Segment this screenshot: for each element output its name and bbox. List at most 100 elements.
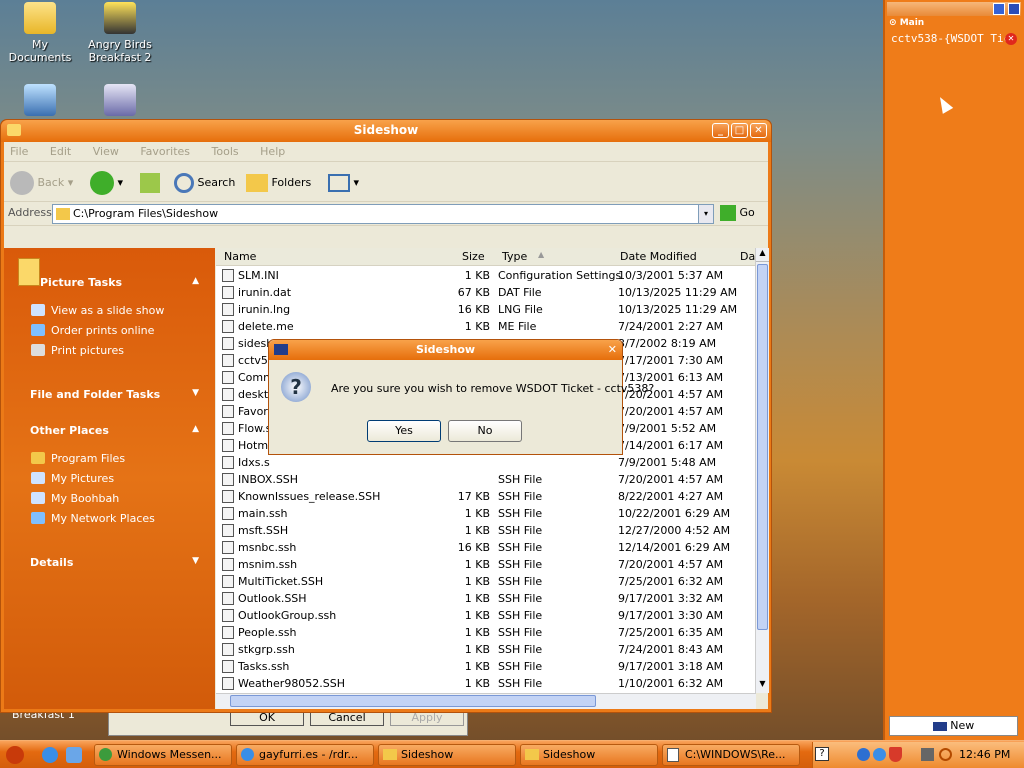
- my-pictures-link[interactable]: My Pictures: [51, 472, 114, 485]
- minimize-button[interactable]: _: [712, 123, 729, 138]
- sidebar-main-header[interactable]: ⊙ Main: [889, 18, 924, 28]
- desktop-icon-my-documents[interactable]: My Documents: [0, 2, 80, 64]
- tray-info-icon[interactable]: [873, 748, 886, 761]
- desktop-icon-my-computer[interactable]: [0, 84, 80, 120]
- address-input[interactable]: C:\Program Files\Sideshow: [52, 204, 702, 224]
- folders-button[interactable]: Folders: [246, 171, 311, 195]
- taskbar-item-sideshow-1[interactable]: Sideshow: [378, 744, 516, 766]
- taskbar-item-browser[interactable]: gayfurri.es - /rdr...: [236, 744, 374, 766]
- desktop-icon-angry-birds[interactable]: Angry Birds Breakfast 2: [80, 2, 160, 64]
- file-row[interactable]: INBOX.SSH SSH File 7/20/2001 4:57 AM: [216, 471, 756, 488]
- file-row[interactable]: irunin.dat 67 KB DAT File 10/13/2025 11:29 …: [216, 284, 756, 301]
- help-icon[interactable]: ?: [815, 747, 829, 761]
- other-places-header[interactable]: Other Places: [30, 424, 109, 437]
- order-prints-link[interactable]: Order prints online: [51, 324, 154, 337]
- quicklaunch-icon[interactable]: [66, 747, 82, 763]
- ie-quicklaunch-icon[interactable]: [42, 747, 58, 763]
- minimize-button[interactable]: [993, 3, 1005, 15]
- menu-favorites[interactable]: Favorites: [140, 145, 190, 158]
- column-date-modified[interactable]: Date Modified: [620, 250, 697, 263]
- back-button[interactable]: Back ▾: [10, 171, 73, 195]
- taskbar-item-windows-folder[interactable]: C:\WINDOWS\Re...: [662, 744, 800, 766]
- menu-file[interactable]: File: [10, 145, 28, 158]
- window-titlebar[interactable]: Sideshow _ □ ✕: [1, 120, 771, 142]
- forward-button[interactable]: ▾: [90, 171, 123, 195]
- horizontal-scrollbar[interactable]: [216, 693, 756, 709]
- desktop-icon-shortcut[interactable]: [80, 84, 160, 120]
- menu-view[interactable]: View: [93, 145, 119, 158]
- order-prints-icon: [31, 324, 45, 336]
- file-row[interactable]: KnownIssues_release.SSH 17 KB SSH File 8/22…: [216, 488, 756, 505]
- security-shield-icon[interactable]: [889, 747, 902, 762]
- file-row[interactable]: msft.SSH 1 KB SSH File 12/27/2000 4:52 AM: [216, 522, 756, 539]
- file-folder-tasks-header[interactable]: File and Folder Tasks: [30, 388, 160, 401]
- file-row[interactable]: People.ssh 1 KB SSH File 7/25/2001 6:35 AM: [216, 624, 756, 641]
- file-date: 1/10/2001 6:32 AM: [618, 677, 724, 690]
- picture-tasks-header[interactable]: Picture Tasks: [40, 276, 122, 289]
- file-row[interactable]: Outlook.SSH 1 KB SSH File 9/17/2001 3:32 AM: [216, 590, 756, 607]
- file-row[interactable]: msnim.ssh 1 KB SSH File 7/20/2001 4:57 AM: [216, 556, 756, 573]
- column-size[interactable]: Size: [462, 250, 485, 263]
- file-row[interactable]: msnbc.ssh 16 KB SSH File 12/14/2001 6:29 AM: [216, 539, 756, 556]
- new-button[interactable]: New: [889, 716, 1018, 736]
- expand-chevron-icon[interactable]: ▼: [192, 556, 199, 566]
- file-row[interactable]: Idxs.s 7/9/2001 5:48 AM: [216, 454, 756, 471]
- file-row[interactable]: Tasks.ssh 1 KB SSH File 9/17/2001 3:18 AM: [216, 658, 756, 675]
- search-button[interactable]: Search: [174, 171, 235, 195]
- search-tray-icon[interactable]: [939, 748, 952, 761]
- scroll-up-button[interactable]: ▲: [756, 248, 769, 262]
- vertical-scrollbar[interactable]: ▲ ▼: [755, 248, 769, 693]
- file-row[interactable]: irunin.lng 16 KB LNG File 10/13/2025 11:29 …: [216, 301, 756, 318]
- menu-tools[interactable]: Tools: [212, 145, 239, 158]
- start-button[interactable]: [4, 744, 28, 766]
- collapse-chevron-icon[interactable]: ▲: [192, 276, 199, 286]
- file-row[interactable]: MultiTicket.SSH 1 KB SSH File 7/25/2001 6:3…: [216, 573, 756, 590]
- menu-edit[interactable]: Edit: [50, 145, 71, 158]
- file-row[interactable]: Weather98052.SSH 1 KB SSH File 1/10/2001 6:…: [216, 675, 756, 692]
- file-row[interactable]: SLM.INI 1 KB Configuration Settings 10/3/20…: [216, 267, 756, 284]
- views-button[interactable]: ▾: [328, 171, 359, 195]
- file-row[interactable]: main.ssh 1 KB SSH File 10/22/2001 6:29 AM: [216, 505, 756, 522]
- file-rows: SLM.INI 1 KB Configuration Settings 10/3/20…: [216, 266, 756, 693]
- close-button[interactable]: [1008, 3, 1020, 15]
- menu-help[interactable]: Help: [260, 145, 285, 158]
- remove-gadget-icon[interactable]: ✕: [1005, 33, 1017, 45]
- program-files-link[interactable]: Program Files: [51, 452, 125, 465]
- file-name: irunin.dat: [238, 286, 292, 299]
- yes-button[interactable]: Yes: [367, 420, 441, 442]
- taskbar-item-sideshow-2[interactable]: Sideshow: [520, 744, 658, 766]
- close-button[interactable]: ✕: [750, 123, 767, 138]
- go-button[interactable]: Go: [720, 205, 755, 221]
- file-date: 9/17/2001 3:30 AM: [618, 609, 724, 622]
- collapse-chevron-icon[interactable]: ▲: [192, 424, 199, 434]
- scroll-thumb[interactable]: [757, 264, 768, 630]
- no-button[interactable]: No: [448, 420, 522, 442]
- maximize-button[interactable]: □: [731, 123, 748, 138]
- file-icon: [222, 405, 234, 418]
- file-date: 10/22/2001 6:29 AM: [618, 507, 731, 520]
- view-slideshow-link[interactable]: View as a slide show: [51, 304, 164, 317]
- address-dropdown-button[interactable]: ▾: [698, 204, 714, 224]
- details-header[interactable]: Details: [30, 556, 73, 569]
- dialog-close-button[interactable]: ✕: [608, 340, 617, 360]
- my-boohbah-link[interactable]: My Boohbah: [51, 492, 119, 505]
- scroll-down-button[interactable]: ▼: [756, 679, 769, 693]
- my-network-places-link[interactable]: My Network Places: [51, 512, 155, 525]
- gadget-item-cctv538[interactable]: cctv538-{WSDOT Tic: [891, 32, 1010, 45]
- desktop-icon-label: My Documents: [8, 38, 72, 64]
- expand-chevron-icon[interactable]: ▼: [192, 388, 199, 398]
- column-name[interactable]: Name: [224, 250, 256, 263]
- taskbar-item-windows-messenger[interactable]: Windows Messen...: [94, 744, 232, 766]
- tray-messenger-icon[interactable]: [857, 748, 870, 761]
- scroll-thumb[interactable]: [230, 695, 596, 707]
- file-row[interactable]: stkgrp.ssh 1 KB SSH File 7/24/2001 8:43 AM: [216, 641, 756, 658]
- dialog-titlebar[interactable]: Sideshow ✕: [269, 340, 622, 360]
- column-type[interactable]: Type: [502, 250, 527, 263]
- menu-bar: File Edit View Favorites Tools Help: [4, 142, 768, 185]
- print-pictures-link[interactable]: Print pictures: [51, 344, 124, 357]
- file-date: 7/24/2001 2:27 AM: [618, 320, 724, 333]
- up-folder-button[interactable]: [140, 171, 160, 195]
- file-row[interactable]: OutlookGroup.ssh 1 KB SSH File 9/17/2001 3:…: [216, 607, 756, 624]
- volume-icon[interactable]: [921, 748, 934, 761]
- file-row[interactable]: delete.me 1 KB ME File 7/24/2001 2:27 AM: [216, 318, 756, 335]
